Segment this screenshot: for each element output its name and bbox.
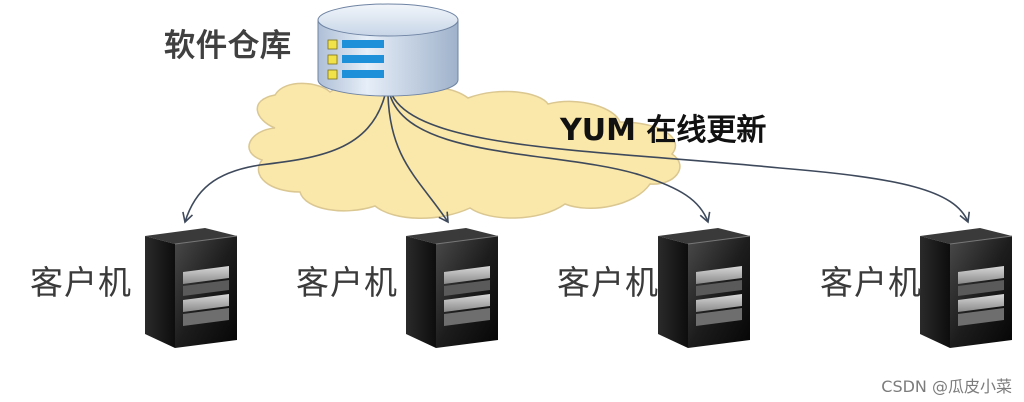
client-label-3: 客户机 <box>557 263 659 302</box>
server-tower-icon <box>405 227 499 349</box>
client-label-4: 客户机 <box>820 263 922 302</box>
watermark: CSDN @瓜皮小菜 <box>881 377 1012 396</box>
database-icon <box>317 3 459 97</box>
server-tower-icon <box>144 227 238 349</box>
server-tower-icon <box>919 227 1013 349</box>
server-tower-icon <box>657 227 751 349</box>
client-label-2: 客户机 <box>296 263 398 302</box>
cloud-icon <box>248 81 681 219</box>
network-label: YUM 在线更新 <box>560 113 767 148</box>
client-label-1: 客户机 <box>30 263 132 302</box>
diagram-canvas: 软件仓库 YUM 在线更新 客户机 客户机 客户机 客户机 CSDN @瓜皮小菜 <box>0 0 1024 402</box>
diagram-graphic <box>144 3 1013 349</box>
repository-label: 软件仓库 <box>164 28 292 64</box>
